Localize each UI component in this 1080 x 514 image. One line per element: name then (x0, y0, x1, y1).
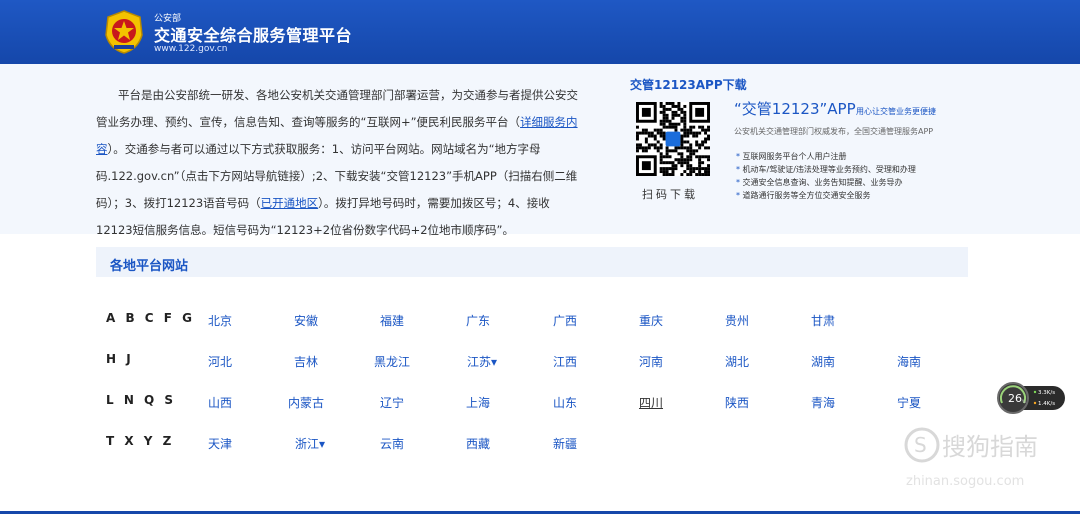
province-link[interactable]: 山西 (208, 394, 232, 411)
upload-speed: 3.3K/s (1038, 390, 1055, 396)
site-title[interactable]: 交通安全综合服务管理平台 (154, 22, 352, 46)
sogou-watermark: S 搜狗指南 zhinan.sogou.com (904, 427, 1038, 489)
app-name: “交管12123”APP (734, 100, 856, 118)
province-link[interactable]: 河北 (208, 353, 232, 370)
intro-paragraph: 平台是由公安部统一研发、各地公安机关交通管理部门部署运营，为交通参与者提供公安交… (96, 82, 580, 244)
province-link[interactable]: 海南 (897, 353, 921, 370)
app-qr-code (636, 102, 710, 176)
feature-item: 交通安全信息查询、业务告知提醒、业务导办 (736, 176, 916, 189)
province-dropdown[interactable]: 浙江▾ (295, 435, 325, 452)
province-link[interactable]: 青海 (811, 394, 835, 411)
app-description: 公安机关交通管理部门权威发布，全国交通管理服务APP (734, 127, 934, 136)
site-url: www.122.gov.cn (154, 44, 228, 54)
province-link[interactable]: 甘肃 (811, 312, 835, 329)
region-letters: L N Q S (106, 393, 177, 407)
province-link[interactable]: 重庆 (639, 312, 663, 329)
widget-value: 26 (1008, 392, 1022, 405)
province-link[interactable]: 新疆 (553, 435, 577, 452)
regional-sites-title: 各地平台网站 (110, 259, 189, 274)
region-letters: H J (106, 352, 134, 366)
intro-text-1: 平台是由公安部统一研发、各地公安机关交通管理部门部署运营，为交通参与者提供公安交… (96, 88, 578, 129)
province-link[interactable]: 云南 (380, 435, 404, 452)
regional-sites-header: 各地平台网站 (96, 247, 968, 277)
province-link[interactable]: 黑龙江 (374, 353, 410, 370)
province-link[interactable]: 天津 (208, 435, 232, 452)
region-letters: T X Y Z (106, 434, 175, 448)
province-link[interactable]: 安徽 (294, 312, 318, 329)
svg-text:S: S (914, 433, 927, 457)
province-link[interactable]: 广西 (553, 312, 577, 329)
province-link[interactable]: 广东 (466, 312, 490, 329)
watermark-text: 搜狗指南 (942, 433, 1038, 461)
app-feature-list: 互联网服务平台个人用户注册 机动车/驾驶证/违法处理等业务预约、受理和办理 交通… (736, 150, 916, 202)
province-link[interactable]: 湖南 (811, 353, 835, 370)
province-link[interactable]: 西藏 (466, 435, 490, 452)
province-link[interactable]: 上海 (466, 394, 490, 411)
app-slogan: 用心让交管业务更便捷 (856, 107, 936, 116)
feature-item: 互联网服务平台个人用户注册 (736, 150, 916, 163)
province-link[interactable]: 湖北 (725, 353, 749, 370)
province-link[interactable]: 贵州 (725, 312, 749, 329)
province-link[interactable]: 山东 (553, 394, 577, 411)
province-link[interactable]: 吉林 (294, 353, 318, 370)
opened-regions-link[interactable]: 已开通地区 (261, 196, 319, 210)
province-link[interactable]: 辽宁 (380, 394, 404, 411)
widget-unit: % (1022, 399, 1026, 404)
police-emblem-icon (105, 10, 143, 54)
feature-item: 道路通行服务等全方位交通安全服务 (736, 189, 916, 202)
province-link[interactable]: 河南 (639, 353, 663, 370)
province-link[interactable]: 江西 (553, 353, 577, 370)
network-speed-widget[interactable]: 26 % 3.3K/s 1.4K/s (997, 382, 1067, 414)
province-link[interactable]: 陕西 (725, 394, 749, 411)
province-link[interactable]: 福建 (380, 312, 404, 329)
province-link[interactable]: 内蒙古 (288, 394, 324, 411)
watermark-url: zhinan.sogou.com (906, 474, 1024, 489)
province-link-hovered[interactable]: 四川 (639, 394, 663, 411)
province-dropdown[interactable]: 江苏▾ (467, 353, 497, 370)
intro-band: 平台是由公安部统一研发、各地公安机关交通管理部门部署运营，为交通参与者提供公安交… (0, 64, 1080, 237)
site-header: 公安部 交通安全综合服务管理平台 www.122.gov.cn (0, 0, 1080, 64)
province-link[interactable]: 北京 (208, 312, 232, 329)
feature-item: 机动车/驾驶证/违法处理等业务预约、受理和办理 (736, 163, 916, 176)
province-link[interactable]: 宁夏 (897, 394, 921, 411)
app-download-title: 交管12123APP下载 (630, 78, 747, 92)
download-speed: 1.4K/s (1038, 401, 1055, 407)
qr-caption: 扫码下载 (642, 188, 698, 201)
region-letters: A B C F G (106, 311, 195, 325)
